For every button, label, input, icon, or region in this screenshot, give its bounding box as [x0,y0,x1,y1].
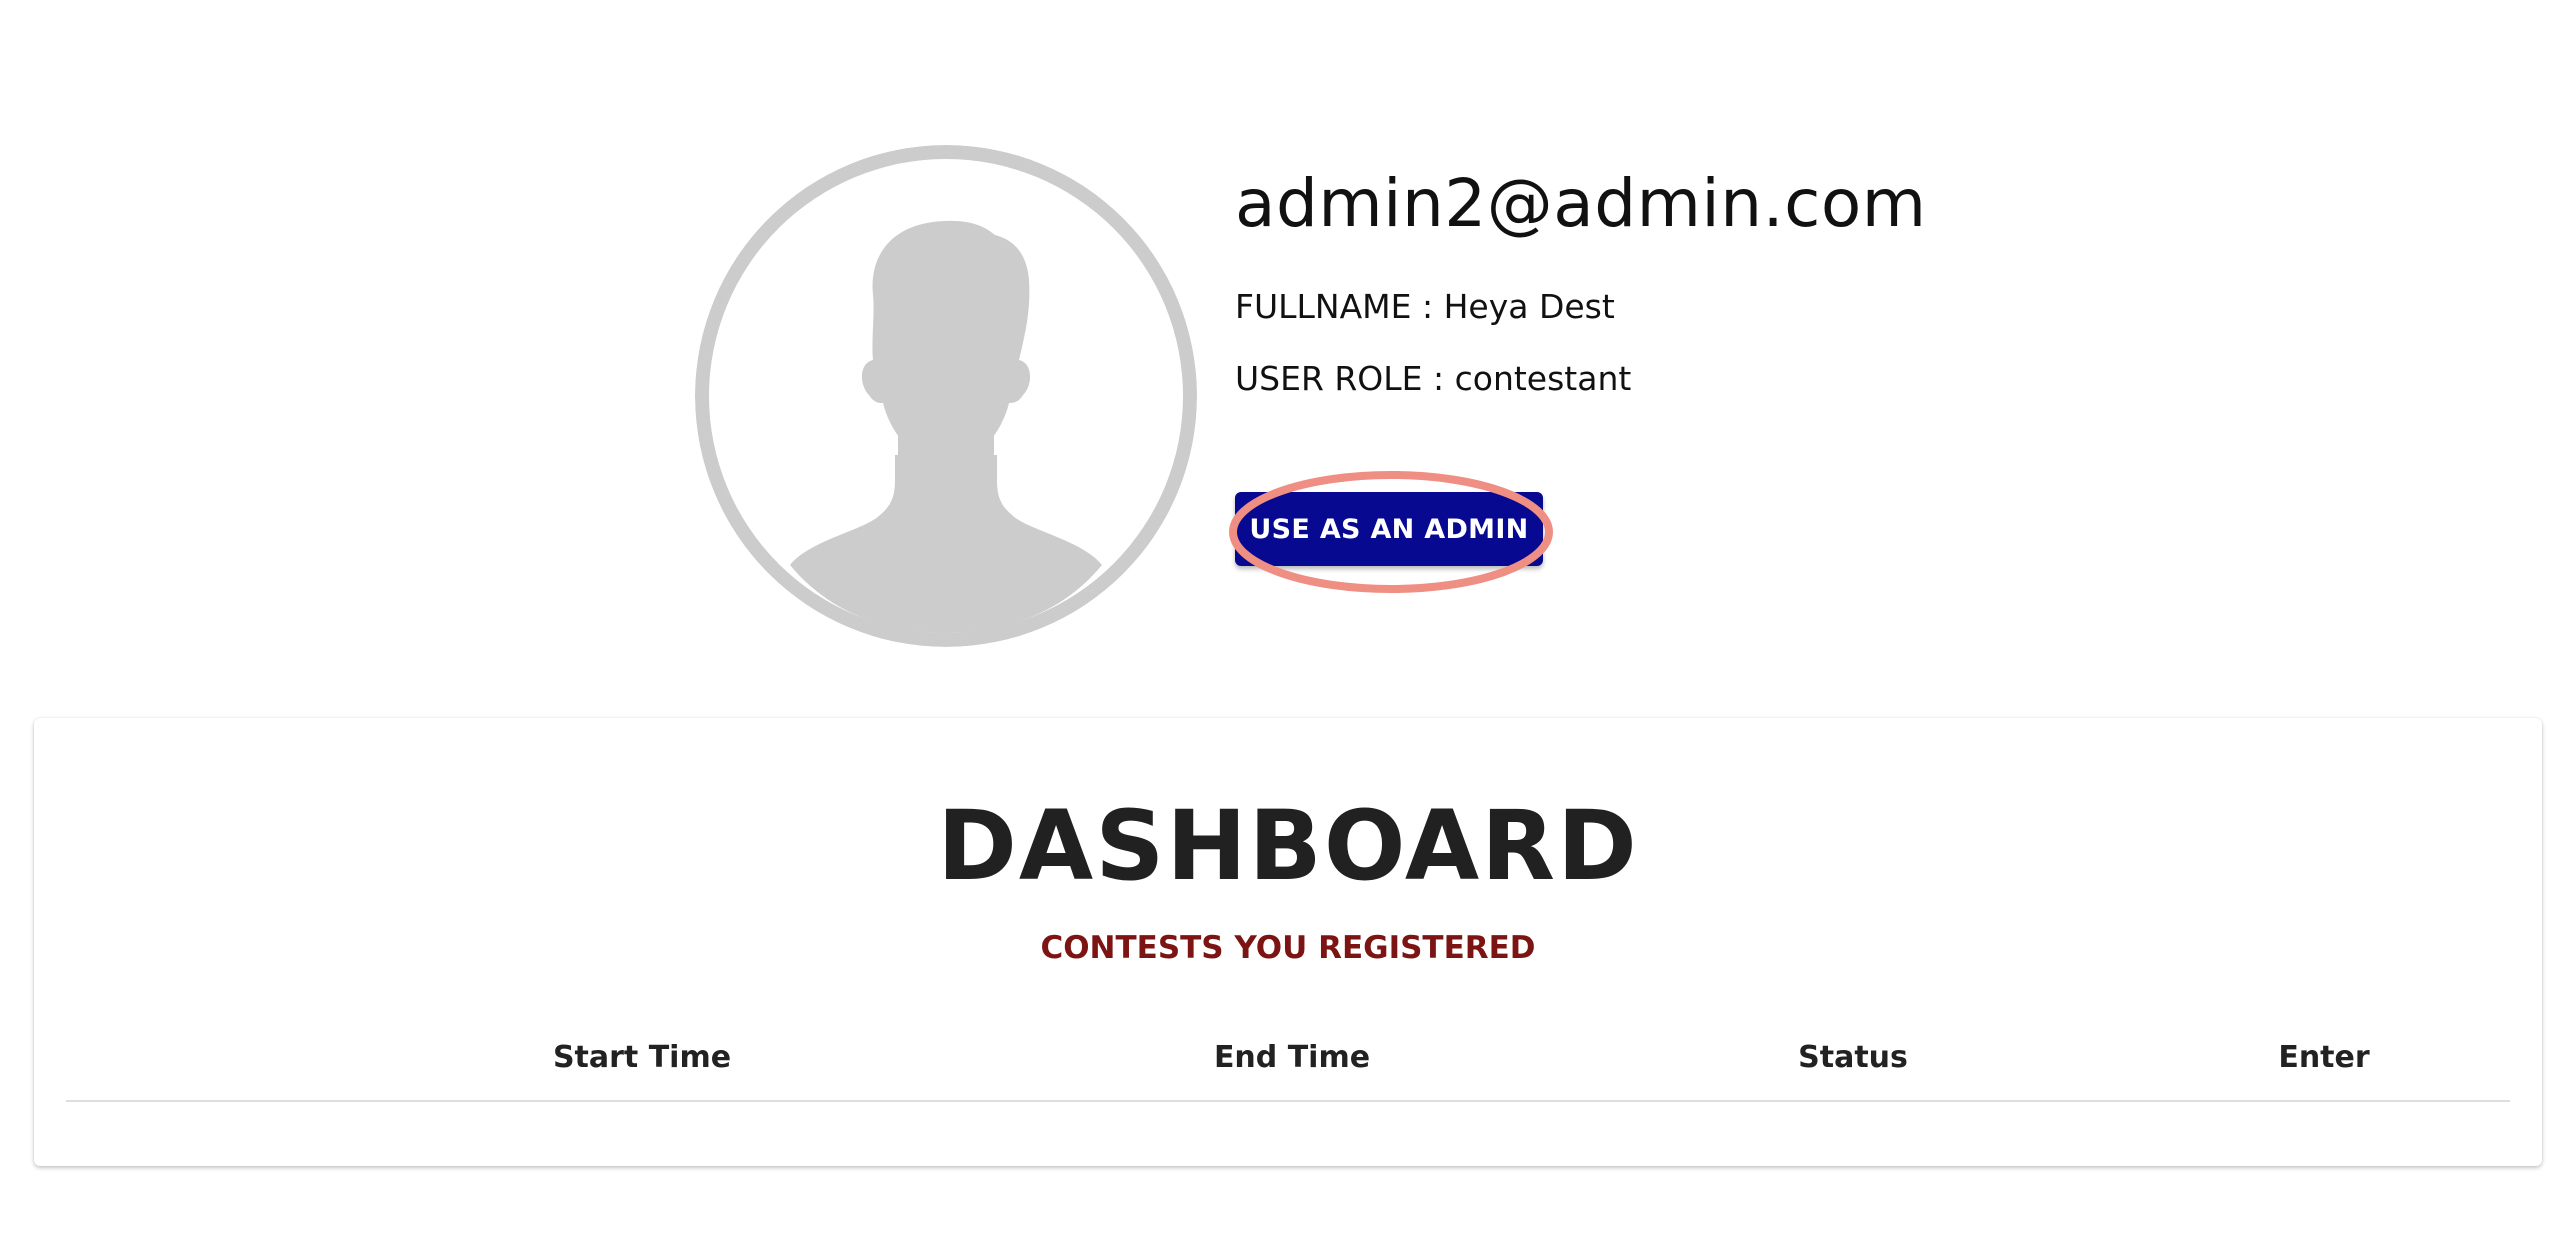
profile-page: admin2@admin.com FULLNAME : Heya Dest US… [0,0,2574,1248]
default-user-avatar-icon [695,145,1197,647]
column-header-start-time: Start Time [552,1040,732,1075]
use-as-admin-button[interactable]: USE AS AN ADMIN [1235,492,1543,566]
column-header-end-time: End Time [1213,1040,1371,1075]
column-header-status: Status [1798,1040,1908,1075]
user-email: admin2@admin.com [1235,165,1927,242]
dashboard-card: DASHBOARD CONTESTS YOU REGISTERED Start … [34,718,2542,1166]
fullname-line: FULLNAME : Heya Dest [1235,287,1615,326]
contests-table-header: Start Time End Time Status Enter [66,1018,2510,1102]
contests-registered-heading: CONTESTS YOU REGISTERED [1040,930,1536,966]
user-role-line: USER ROLE : contestant [1235,359,1632,398]
column-header-enter: Enter [2278,1040,2370,1075]
dashboard-title: DASHBOARD [937,790,1639,902]
